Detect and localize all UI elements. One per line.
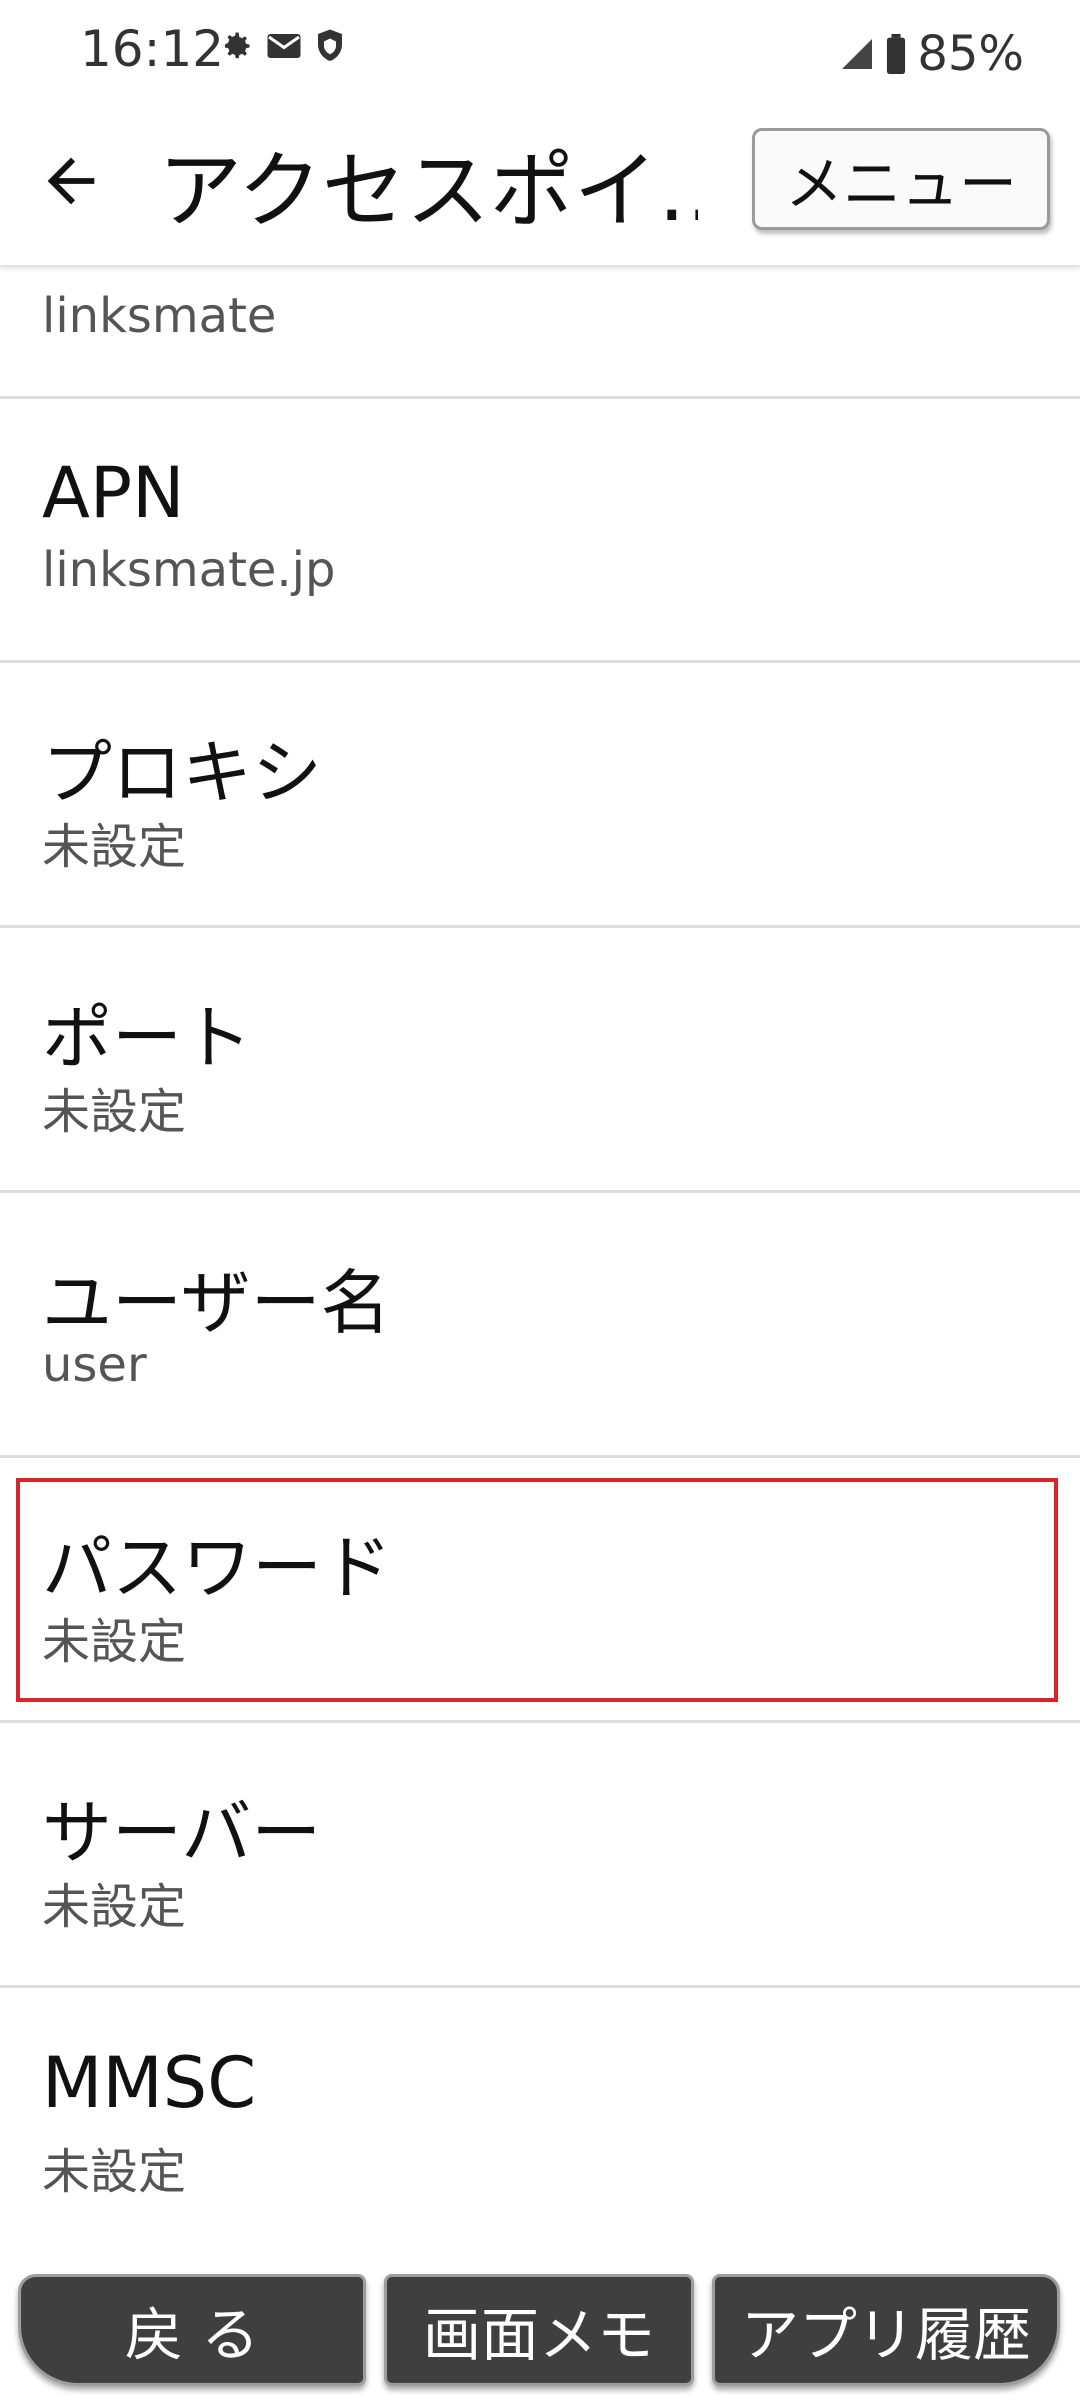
- page-title: アクセスポイ…: [158, 142, 698, 240]
- list-item-mmsc[interactable]: MMSC 未設定: [0, 1988, 1080, 2250]
- status-time: 16:12: [80, 20, 225, 78]
- menu-button[interactable]: メニュー: [752, 128, 1050, 230]
- back-arrow-icon[interactable]: [36, 146, 106, 216]
- nav-back-button[interactable]: 戻 る: [18, 2274, 366, 2386]
- list-item-title: ポート: [42, 997, 252, 1079]
- status-bar: 16:12 85%: [0, 0, 1080, 100]
- app-bar: アクセスポイ… メニュー: [0, 100, 1080, 267]
- signal-icon: [842, 39, 873, 69]
- battery-icon: [887, 34, 906, 74]
- app-history-button[interactable]: アプリ履歴: [712, 2274, 1060, 2386]
- list-item-apn[interactable]: APN linksmate.jp: [0, 398, 1080, 663]
- gear-icon: [224, 32, 250, 59]
- list-item-summary: linksmate: [42, 288, 277, 344]
- screen-memo-button[interactable]: 画面メモ: [384, 2274, 694, 2386]
- list-item-summary: 未設定: [42, 819, 187, 875]
- list-item-proxy[interactable]: プロキシ 未設定: [0, 663, 1080, 928]
- list-item-title: APN: [42, 452, 185, 534]
- list-item-summary: user: [42, 1337, 147, 1393]
- highlight-box: [16, 1478, 1058, 1702]
- notification-icons: [218, 28, 346, 64]
- shield-icon: [318, 29, 342, 61]
- list-item-partial[interactable]: linksmate: [0, 268, 1080, 399]
- list-item-summary: 未設定: [42, 2144, 187, 2200]
- list-item-title: サーバー: [42, 1792, 322, 1874]
- list-item-port[interactable]: ポート 未設定: [0, 928, 1080, 1193]
- battery-percent: 85%: [917, 26, 1024, 82]
- list-item-title: プロキシ: [42, 732, 322, 814]
- list-item-summary: 未設定: [42, 1879, 187, 1935]
- list-item-username[interactable]: ユーザー名 user: [0, 1193, 1080, 1458]
- list-item-summary: 未設定: [42, 1084, 187, 1140]
- list-item-server[interactable]: サーバー 未設定: [0, 1723, 1080, 1988]
- list-item-title: ユーザー名: [42, 1262, 391, 1344]
- list-item-title: MMSC: [42, 2042, 257, 2124]
- list-item-summary: linksmate.jp: [42, 542, 336, 598]
- bottom-nav-bar: 戻 る 画面メモ アプリ履歴: [0, 2254, 1080, 2400]
- mail-icon: [267, 34, 301, 58]
- system-icons: 85%: [839, 26, 1024, 82]
